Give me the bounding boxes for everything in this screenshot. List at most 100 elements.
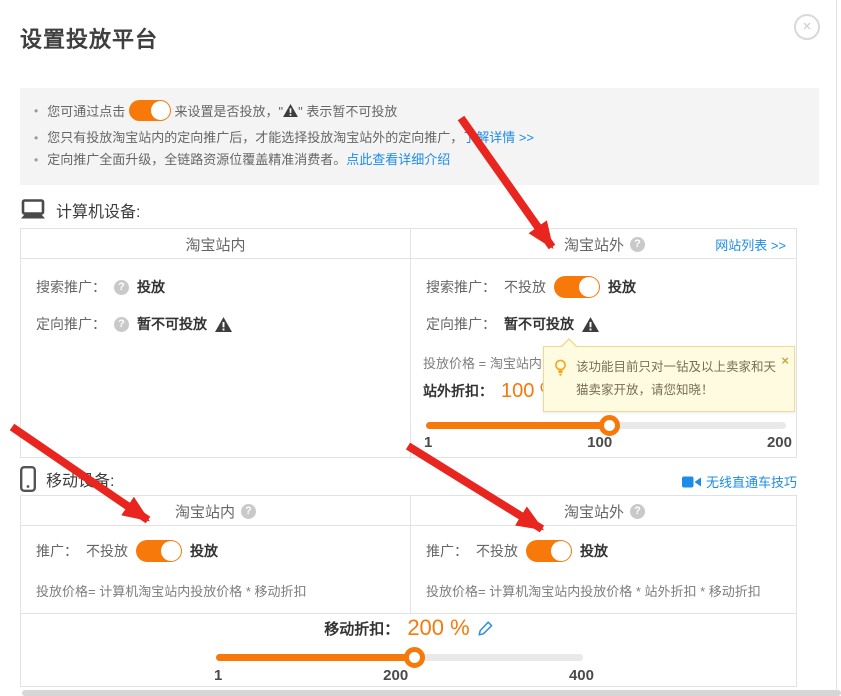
example-toggle[interactable] (129, 100, 171, 121)
seller-level-tooltip: × 该功能目前只对一钻及以上卖家和天猫卖家开放，请您知晓！ (543, 346, 795, 412)
computer-onsite-header: 淘宝站内 (21, 229, 410, 259)
set-delivery-platform-dialog: { "dialog": { "title": "设置投放平台" }, "icon… (0, 0, 841, 696)
computer-offsite-header-label: 淘宝站外 (564, 234, 624, 255)
tick-max: 200 (767, 434, 792, 451)
wireless-tips-link[interactable]: 无线直通车技巧 (706, 472, 797, 491)
page-title: 设置投放平台 (20, 22, 158, 54)
slider-handle[interactable] (404, 647, 425, 668)
bullet1-mid-text: 来设置是否投放，" (174, 101, 283, 120)
mobile-onsite-formula: 投放价格= 计算机淘宝站内投放价格 * 移动折扣 (36, 581, 307, 599)
mobile-onsite-header-label: 淘宝站内 (175, 501, 235, 522)
computer-offsite-price-formula: 投放价格 = 淘宝站内 (423, 353, 542, 371)
price-formula-text: 投放价格 = 淘宝站内 (423, 353, 542, 372)
slider-fill (216, 654, 414, 661)
toggle-off-label: 不投放 (476, 541, 518, 561)
close-icon: × (803, 18, 812, 35)
column-divider (410, 229, 411, 459)
window-right-border (836, 0, 837, 696)
bullet1-pre-text: 您可通过点击 (47, 101, 125, 120)
promo-label: 推广： (36, 541, 78, 561)
search-promo-label: 搜索推广： (426, 277, 496, 297)
tick-mid: 100 (587, 434, 612, 451)
dialog-close-button[interactable]: × (794, 14, 820, 40)
target-promo-label: 定向推广： (36, 314, 106, 334)
mobile-discount-slider (216, 647, 583, 668)
tick-min: 1 (214, 667, 222, 684)
toggle-knob (161, 541, 181, 561)
toggle-off-label: 不投放 (504, 277, 546, 297)
help-icon[interactable]: ? (630, 237, 645, 252)
info-bullet-3: • 定向推广全面升级，全链路资源位覆盖精准消费者。 点此查看详细介绍 (34, 150, 801, 170)
mobile-offsite-formula: 投放价格= 计算机淘宝站内投放价格 * 站外折扣 * 移动折扣 (426, 581, 761, 599)
tick-max: 400 (569, 667, 594, 684)
mobile-discount-label: 移动折扣： (324, 618, 399, 639)
price-formula-text: 投放价格= 计算机淘宝站内投放价格 * 站外折扣 * 移动折扣 (426, 581, 761, 600)
slider-handle[interactable] (599, 415, 620, 436)
mobile-offsite-header: 淘宝站外 ? (411, 496, 798, 526)
tooltip-close-icon[interactable]: × (781, 349, 789, 373)
bullet3-text: 定向推广全面升级，全链路资源位覆盖精准消费者。 (47, 150, 346, 170)
mobile-discount-value: 200 % (407, 615, 469, 641)
tooltip-arrow (561, 340, 577, 348)
mobile-onsite-promo-toggle[interactable] (136, 540, 182, 562)
mobile-discount-row: 移动折扣： 200 % (21, 615, 796, 641)
help-icon[interactable]: ? (241, 504, 256, 519)
warning-icon (283, 104, 298, 117)
mobile-offsite-promo-row: 推广： 不投放 投放 (426, 539, 608, 563)
mobile-offsite-header-label: 淘宝站外 (564, 501, 624, 522)
info-box: • 您可通过点击 来设置是否投放，" " 表示暂不可投放 • 您只有投放淘宝站内… (20, 88, 819, 185)
toggle-knob (151, 101, 170, 120)
computer-onsite-header-label: 淘宝站内 (185, 234, 245, 255)
computer-offsite-discount-row: 站外折扣： 100 % (423, 377, 558, 405)
mobile-table: 淘宝站内 ? 淘宝站外 ? 推广： 不投放 投放 投放价格= 计算机淘宝站内投放… (20, 495, 797, 687)
info-bullet-1: • 您可通过点击 来设置是否投放，" " 表示暂不可投放 (34, 100, 801, 121)
bullet-dot: • (34, 104, 38, 118)
mobile-onsite-promo-row: 推广： 不投放 投放 (36, 539, 218, 563)
info-bullet-2: • 您只有投放淘宝站内的定向推广后，才能选择投放淘宝站外的定向推广， 了解详情 … (34, 128, 801, 148)
search-promo-value: 投放 (137, 277, 165, 297)
computer-onsite-search-row: 搜索推广： ? 投放 (36, 275, 165, 299)
mobile-phone-icon (20, 466, 36, 492)
mobile-section-title: 移动设备: (46, 467, 114, 491)
computer-section-header: 计算机设备: (20, 198, 140, 222)
mobile-offsite-promo-toggle[interactable] (526, 540, 572, 562)
toggle-on-label: 投放 (190, 541, 218, 561)
mobile-onsite-header: 淘宝站内 ? (21, 496, 410, 526)
offsite-discount-slider (426, 415, 786, 436)
computer-offsite-target-row: 定向推广： 暂不可投放 (426, 312, 599, 336)
toggle-off-label: 不投放 (86, 541, 128, 561)
target-promo-value: 暂不可投放 (137, 314, 207, 334)
help-icon[interactable]: ? (630, 504, 645, 519)
tick-mid: 200 (383, 667, 408, 684)
site-list-link[interactable]: 网站列表 >> (715, 235, 786, 254)
mobile-slider-ticks: 1 200 400 (214, 667, 594, 684)
tooltip-text: 该功能目前只对一钻及以上卖家和天猫卖家开放，请您知晓！ (576, 360, 776, 397)
toggle-knob (551, 541, 571, 561)
horizontal-scrollbar[interactable] (22, 690, 841, 696)
help-icon[interactable]: ? (114, 317, 129, 332)
warning-icon (215, 317, 232, 332)
target-promo-value: 暂不可投放 (504, 314, 574, 334)
mobile-section-header: 移动设备: (20, 466, 114, 492)
help-icon[interactable]: ? (114, 280, 129, 295)
toggle-on-label: 投放 (608, 277, 636, 297)
computer-offsite-search-toggle[interactable] (554, 276, 600, 298)
video-camera-icon (682, 475, 701, 489)
search-promo-label: 搜索推广： (36, 277, 106, 297)
price-formula-text: 投放价格= 计算机淘宝站内投放价格 * 移动折扣 (36, 581, 307, 600)
toggle-on-label: 投放 (580, 541, 608, 561)
row-divider (21, 613, 796, 614)
lightbulb-icon (553, 359, 568, 376)
promo-label: 推广： (426, 541, 468, 561)
target-promo-label: 定向推广： (426, 314, 496, 334)
learn-more-link[interactable]: 了解详情 >> (463, 128, 534, 148)
toggle-knob (579, 277, 599, 297)
warning-icon (582, 317, 599, 332)
detail-intro-link[interactable]: 点此查看详细介绍 (346, 150, 450, 170)
tick-min: 1 (424, 434, 432, 451)
bullet1-post-text: " 表示暂不可投放 (298, 101, 397, 120)
wireless-tips-link-wrap: 无线直通车技巧 (600, 472, 797, 491)
edit-pencil-icon[interactable] (478, 621, 493, 636)
computer-onsite-target-row: 定向推广： ? 暂不可投放 (36, 312, 232, 336)
computer-table: 淘宝站内 淘宝站外 ? 网站列表 >> 搜索推广： ? 投放 定向推广： ? 暂… (20, 228, 797, 458)
